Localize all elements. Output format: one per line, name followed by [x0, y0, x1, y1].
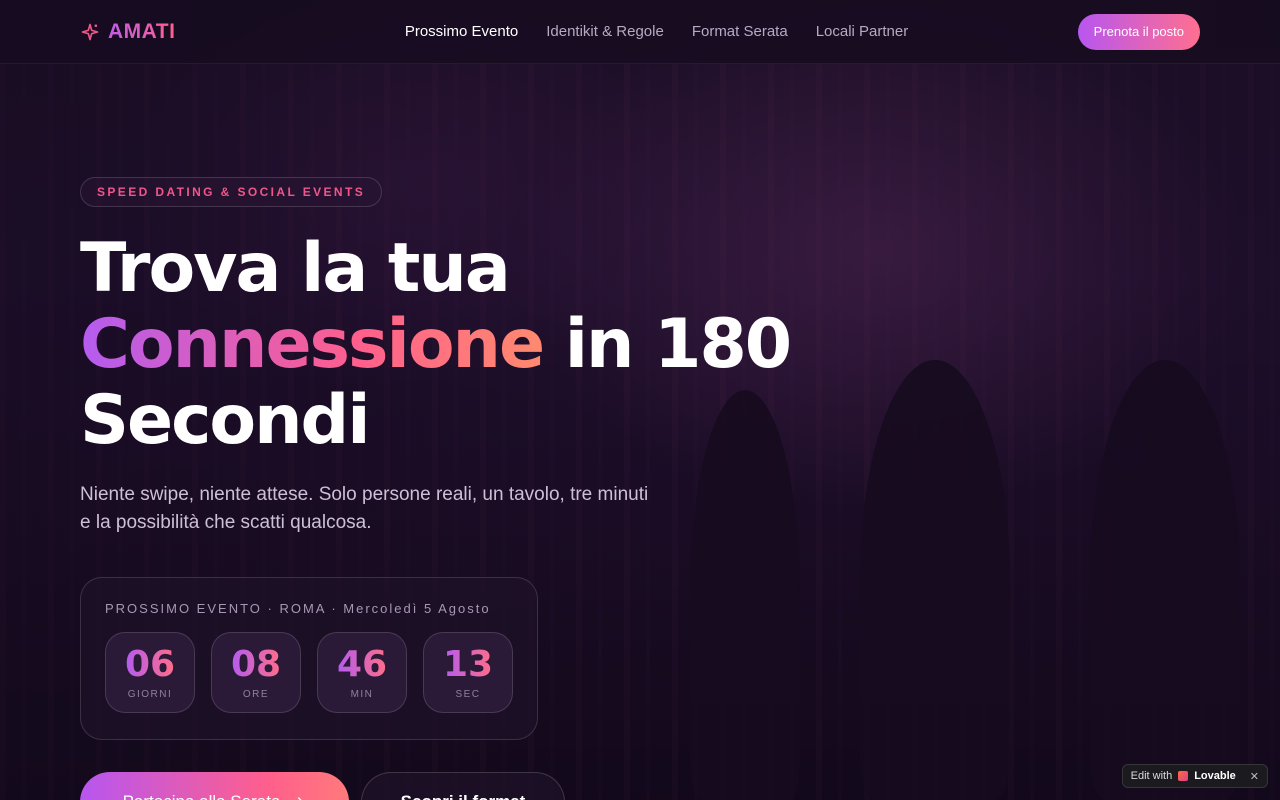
headline-highlight: Connessione	[80, 305, 545, 384]
nav-link-identikit-regole[interactable]: Identikit & Regole	[546, 23, 664, 40]
countdown-minutes-label: MIN	[350, 689, 374, 700]
headline-line-2-rest: in 180	[543, 305, 792, 384]
nav-links: Prossimo Evento Identikit & Regole Forma…	[405, 23, 908, 40]
sparkle-icon	[81, 23, 99, 40]
brand-logo[interactable]: AMATI	[80, 20, 175, 44]
hero-headline: Trova la tua Connessione in 180 Secondi	[80, 229, 792, 460]
nav-link-format-serata[interactable]: Format Serata	[692, 23, 788, 40]
brand-name: AMATI	[108, 19, 176, 43]
headline-line-3: Secondi	[80, 381, 371, 460]
discover-format-button[interactable]: Scopri il format	[361, 772, 565, 800]
hero-ctas: Partecipa alla Serata Scopri il format	[80, 772, 790, 800]
headline-line-1: Trova la tua	[80, 229, 511, 308]
next-event-title: PROSSIMO EVENTO · ROMA · Mercoledì 5 Ago…	[105, 601, 491, 616]
join-event-button[interactable]: Partecipa alla Serata	[80, 772, 349, 800]
nav-link-locali-partner[interactable]: Locali Partner	[816, 23, 909, 40]
countdown-timers: 06 GIORNI 08 ORE 46 MIN 13 SEC	[105, 632, 513, 713]
countdown-seconds: 13 SEC	[423, 632, 513, 713]
countdown-minutes: 46 MIN	[317, 632, 407, 713]
top-navbar: AMATI Prossimo Evento Identikit & Regole…	[0, 0, 1280, 64]
nav-link-prossimo-evento[interactable]: Prossimo Evento	[405, 23, 518, 40]
countdown-hours-label: ORE	[242, 689, 270, 700]
join-event-label: Partecipa alla Serata	[123, 792, 281, 800]
hero-section: SPEED DATING & SOCIAL EVENTS Trova la tu…	[80, 177, 792, 800]
countdown-seconds-label: SEC	[455, 689, 481, 700]
lovable-brand: Lovable	[1194, 770, 1236, 782]
lovable-badge[interactable]: Edit with Lovable ✕	[1121, 764, 1268, 788]
countdown-card: PROSSIMO EVENTO · ROMA · Mercoledì 5 Ago…	[80, 577, 538, 740]
lovable-prefix: Edit with	[1130, 770, 1173, 782]
countdown-hours-value: 08	[230, 644, 282, 685]
lovable-heart-icon	[1178, 771, 1189, 781]
category-badge: SPEED DATING & SOCIAL EVENTS	[80, 177, 383, 207]
countdown-minutes-value: 46	[336, 644, 388, 685]
countdown-days-label: GIORNI	[127, 689, 173, 700]
arrow-right-icon	[298, 797, 303, 800]
book-seat-button[interactable]: Prenota il posto	[1077, 13, 1200, 50]
countdown-seconds-value: 13	[442, 644, 494, 685]
countdown-days-value: 06	[124, 644, 176, 685]
close-icon[interactable]: ✕	[1250, 770, 1259, 783]
hero-subtitle: Niente swipe, niente attese. Solo person…	[80, 484, 649, 533]
countdown-hours: 08 ORE	[211, 632, 301, 713]
countdown-days: 06 GIORNI	[105, 632, 195, 713]
